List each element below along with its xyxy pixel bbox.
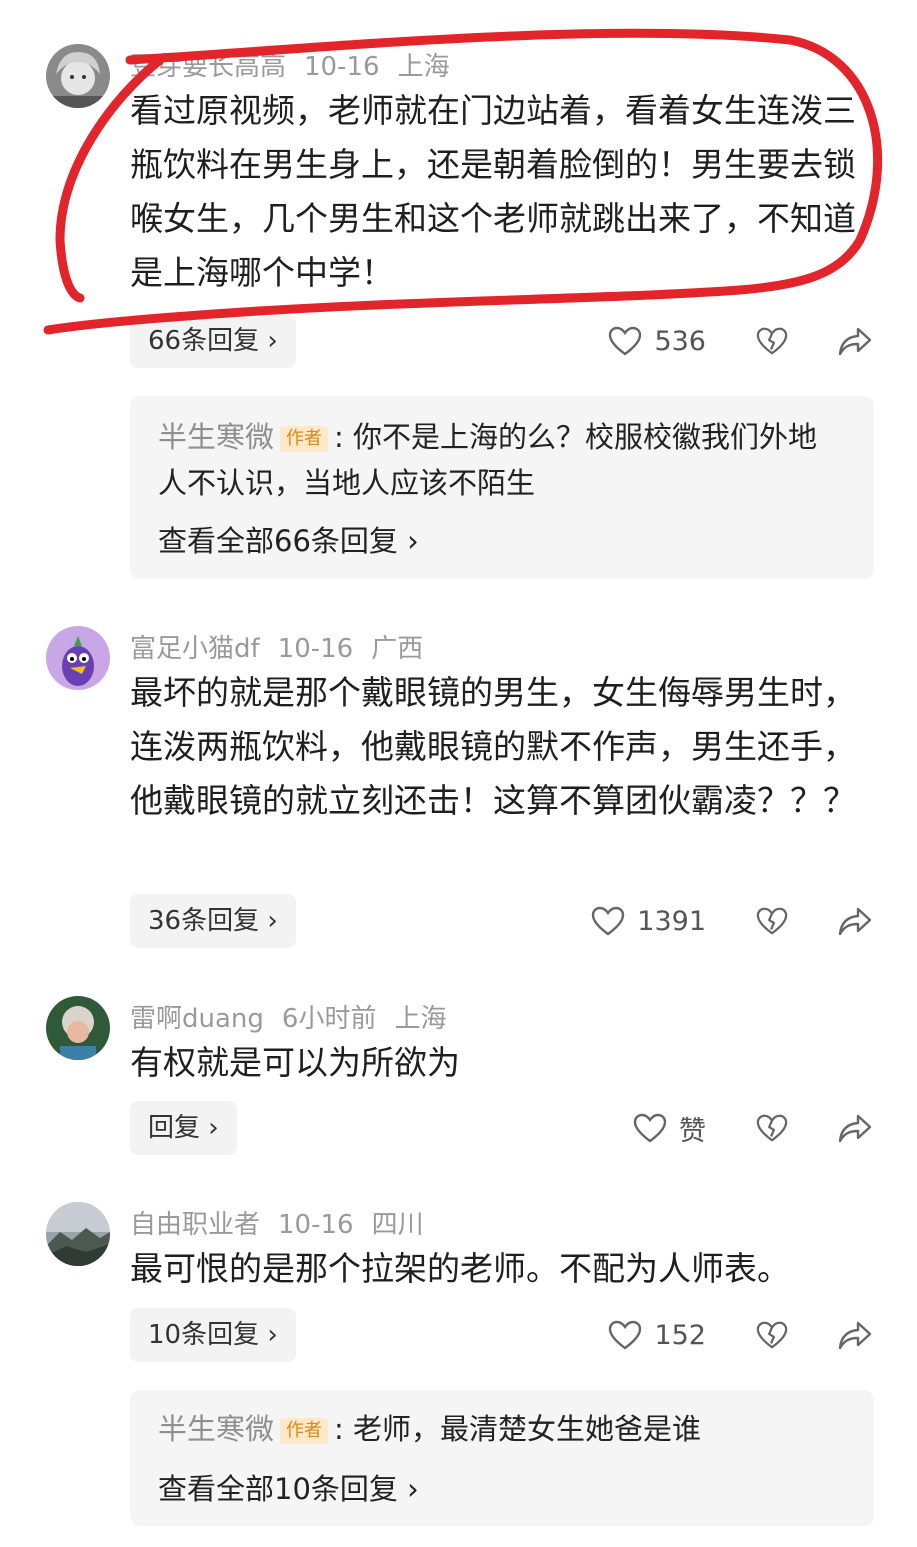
avatar[interactable] bbox=[46, 996, 110, 1060]
sub-reply-text: 半生寒微 作者: 老师，最清楚女生她爸是谁 bbox=[158, 1406, 838, 1452]
avatar[interactable] bbox=[46, 626, 110, 690]
sub-reply-author[interactable]: 半生寒微 bbox=[158, 1412, 274, 1446]
comment-text[interactable]: 有权就是可以为所欲为 bbox=[130, 1036, 870, 1090]
broken-heart-icon bbox=[756, 327, 788, 355]
comment-actions: 赞 bbox=[633, 1101, 872, 1155]
dislike-button[interactable] bbox=[756, 1113, 788, 1143]
comment-meta: 豆芽要长高高 10-16 上海 bbox=[130, 46, 468, 83]
like-button[interactable]: 536 bbox=[608, 326, 706, 357]
comment-text[interactable]: 最可恨的是那个拉架的老师。不配为人师表。 bbox=[130, 1242, 870, 1296]
comment-location: 上海 bbox=[394, 1004, 447, 1034]
username[interactable]: 自由职业者 bbox=[130, 1210, 260, 1240]
reply-count-button[interactable]: 36条回复 › bbox=[130, 894, 296, 948]
like-button[interactable]: 152 bbox=[608, 1320, 706, 1351]
username[interactable]: 富足小猫df bbox=[130, 634, 260, 664]
share-button[interactable] bbox=[838, 1113, 872, 1143]
broken-heart-icon bbox=[756, 1321, 788, 1349]
share-button[interactable] bbox=[838, 326, 872, 356]
share-icon bbox=[838, 1114, 872, 1143]
sub-reply-text: 半生寒微 作者: 你不是上海的么？校服校徽我们外地人不认识，当地人应该不陌生 bbox=[158, 414, 838, 506]
share-icon bbox=[838, 907, 872, 936]
heart-icon bbox=[609, 326, 642, 356]
dislike-button[interactable] bbox=[756, 1320, 788, 1350]
comment-meta: 富足小猫df 10-16 广西 bbox=[130, 628, 441, 665]
heart-icon bbox=[633, 1113, 667, 1143]
reply-count-button[interactable]: 回复 › bbox=[130, 1101, 237, 1155]
comment-actions: 1391 bbox=[591, 894, 872, 948]
author-badge: 作者 bbox=[280, 1418, 329, 1444]
author-badge: 作者 bbox=[280, 426, 329, 452]
broken-heart-icon bbox=[756, 907, 788, 935]
sub-reply-box[interactable]: 半生寒微 作者: 你不是上海的么？校服校徽我们外地人不认识，当地人应该不陌生 查看… bbox=[130, 396, 874, 579]
comment-meta: 自由职业者 10-16 四川 bbox=[130, 1204, 442, 1241]
like-count: 536 bbox=[654, 325, 706, 357]
dislike-button[interactable] bbox=[756, 326, 788, 356]
share-button[interactable] bbox=[838, 906, 872, 936]
like-button[interactable]: 赞 bbox=[633, 1109, 706, 1148]
heart-icon bbox=[609, 1320, 642, 1350]
like-count: 赞 bbox=[679, 1115, 706, 1147]
comment-location: 广西 bbox=[371, 634, 424, 664]
avatar[interactable] bbox=[46, 44, 110, 108]
view-all-replies-link[interactable]: 查看全部10条回复 › bbox=[158, 1466, 419, 1508]
avatar[interactable] bbox=[46, 1202, 110, 1266]
comment-location: 上海 bbox=[397, 52, 450, 82]
reply-count-button[interactable]: 66条回复 › bbox=[130, 314, 296, 368]
sub-reply-content: : 老师，最清楚女生她爸是谁 bbox=[334, 1412, 702, 1446]
share-icon bbox=[838, 1321, 872, 1350]
sub-reply-author[interactable]: 半生寒微 bbox=[158, 420, 274, 454]
share-button[interactable] bbox=[838, 1320, 872, 1350]
view-all-replies-link[interactable]: 查看全部66条回复 › bbox=[158, 518, 419, 560]
username[interactable]: 豆芽要长高高 bbox=[130, 52, 286, 82]
reply-count-button[interactable]: 10条回复 › bbox=[130, 1308, 296, 1362]
comment-meta: 雷啊duang 6小时前 上海 bbox=[130, 998, 464, 1035]
comment-time: 6小时前 bbox=[281, 1004, 377, 1034]
comment-text[interactable]: 最坏的就是那个戴眼镜的男生，女生侮辱男生时，连泼两瓶饮料，他戴眼镜的默不作声，男… bbox=[130, 666, 870, 828]
comment-actions: 536 bbox=[608, 314, 872, 368]
comment-time: 10-16 bbox=[277, 634, 354, 664]
like-button[interactable]: 1391 bbox=[591, 906, 706, 937]
comment-actions: 152 bbox=[608, 1308, 872, 1362]
share-icon bbox=[838, 327, 872, 356]
comment-location: 四川 bbox=[371, 1210, 424, 1240]
comment-time: 10-16 bbox=[278, 1210, 354, 1240]
username[interactable]: 雷啊duang bbox=[130, 1004, 264, 1034]
like-count: 1391 bbox=[637, 905, 706, 937]
like-count: 152 bbox=[654, 1319, 706, 1351]
comment-text[interactable]: 看过原视频，老师就在门边站着，看着女生连泼三瓶饮料在男生身上，还是朝着脸倒的！男… bbox=[130, 84, 870, 300]
dislike-button[interactable] bbox=[756, 906, 788, 936]
sub-reply-box[interactable]: 半生寒微 作者: 老师，最清楚女生她爸是谁 查看全部10条回复 › bbox=[130, 1390, 874, 1526]
broken-heart-icon bbox=[756, 1114, 788, 1142]
heart-icon bbox=[592, 906, 625, 936]
comment-time: 10-16 bbox=[304, 52, 380, 82]
